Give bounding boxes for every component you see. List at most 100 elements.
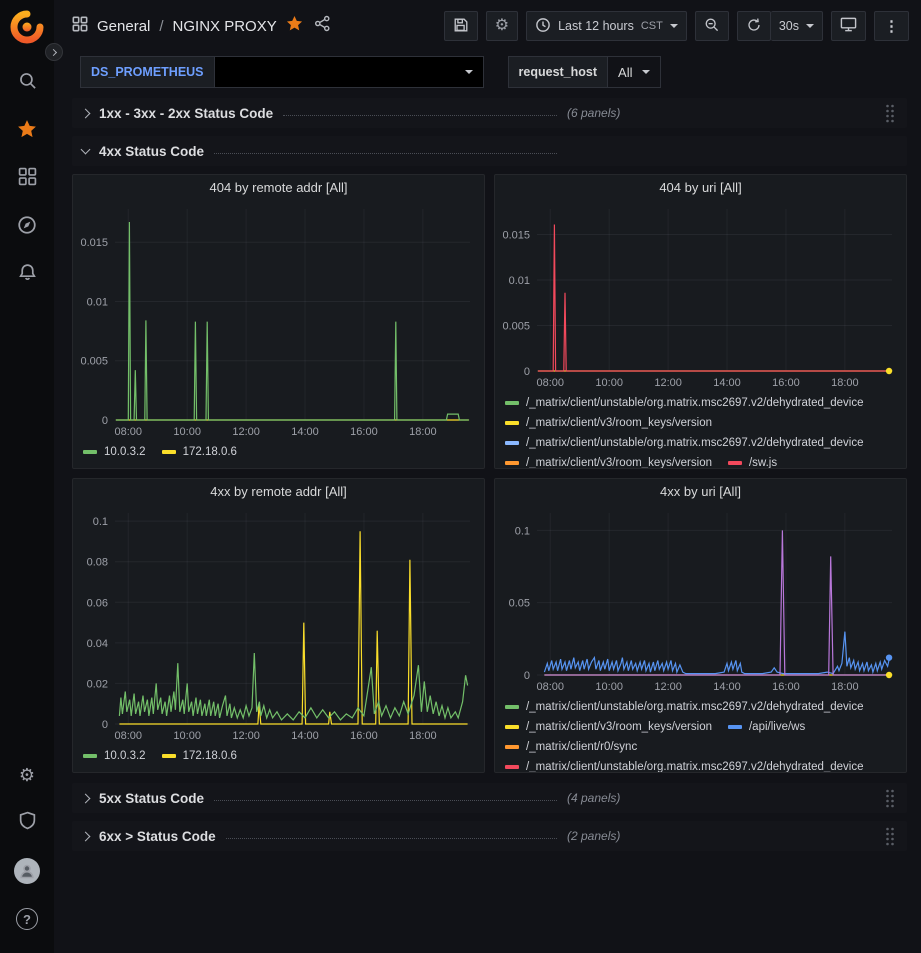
refresh-icon	[746, 17, 762, 36]
legend-item[interactable]: /_matrix/client/unstable/org.matrix.msc2…	[505, 433, 864, 453]
sidebar-item-dashboards[interactable]	[3, 155, 51, 203]
svg-text:18:00: 18:00	[831, 377, 859, 389]
time-series-chart[interactable]: 08:0010:0012:0014:0016:0018:0000.0050.01…	[495, 201, 906, 391]
sidebar-item-configuration[interactable]: ⚙	[3, 751, 51, 799]
sidebar-item-help[interactable]: ?	[3, 895, 51, 943]
svg-text:0.01: 0.01	[87, 296, 108, 308]
save-dashboard-button[interactable]	[444, 11, 478, 41]
panel-4xx-by-remote-addr: 4xx by remote addr [All] 08:0010:0012:00…	[72, 478, 485, 773]
share-icon[interactable]	[314, 15, 331, 37]
datasource-label[interactable]: DS_PROMETHEUS	[80, 56, 214, 88]
legend-item[interactable]: /_matrix/client/unstable/org.matrix.msc2…	[505, 697, 864, 717]
svg-text:0.04: 0.04	[87, 638, 108, 650]
sidebar-item-explore[interactable]	[3, 203, 51, 251]
request-host-select[interactable]: All	[607, 56, 661, 88]
time-series-chart[interactable]: 08:0010:0012:0014:0016:0018:0000.020.040…	[73, 505, 484, 744]
breadcrumb-section[interactable]: General	[97, 18, 150, 35]
dotted-leader	[226, 838, 557, 839]
time-series-chart[interactable]: 08:0010:0012:0014:0016:0018:0000.0050.01…	[73, 201, 484, 440]
legend-item[interactable]: 172.18.0.6	[162, 746, 237, 766]
legend-item[interactable]: /_matrix/client/v3/room_keys/version	[505, 453, 712, 469]
time-range-label: Last 12 hours	[558, 19, 634, 33]
row-6xx[interactable]: 6xx > Status Code (2 panels)	[72, 821, 907, 851]
svg-text:0.1: 0.1	[93, 516, 108, 528]
datasource-variable: DS_PROMETHEUS	[80, 56, 484, 88]
sidebar-expand-button[interactable]	[45, 43, 63, 61]
row-drag-handle[interactable]	[879, 784, 901, 812]
legend-item[interactable]: /_matrix/client/v3/room_keys/version	[505, 717, 712, 737]
row-1xx-3xx-2xx[interactable]: 1xx - 3xx - 2xx Status Code (6 panels)	[72, 98, 907, 128]
sidebar-item-profile[interactable]	[3, 847, 51, 895]
request-host-value: All	[618, 65, 632, 80]
legend-series-label: /_matrix/client/r0/sync	[526, 737, 637, 757]
row-title: 4xx Status Code	[99, 144, 204, 159]
legend-series-label: /_matrix/client/v3/room_keys/version	[526, 717, 712, 737]
more-options-button[interactable]: ⋮	[874, 11, 909, 41]
panel-title[interactable]: 404 by remote addr [All]	[73, 175, 484, 201]
legend-item[interactable]: /sw.js	[728, 453, 777, 469]
page-title[interactable]: NGINX PROXY	[173, 18, 277, 35]
time-series-chart[interactable]: 08:0010:0012:0014:0016:0018:0000.050.1	[495, 505, 906, 695]
legend-series-label: 10.0.3.2	[104, 442, 146, 462]
sidebar-bottom-group: ⚙ ?	[3, 751, 51, 943]
chevron-right-icon	[81, 108, 91, 118]
legend-item[interactable]: /_matrix/client/v3/room_keys/version	[505, 413, 712, 433]
legend-item[interactable]: 10.0.3.2	[83, 442, 146, 462]
row-4xx[interactable]: 4xx Status Code	[72, 136, 907, 166]
svg-text:10:00: 10:00	[595, 377, 623, 389]
grafana-logo[interactable]	[9, 9, 45, 45]
svg-text:0.005: 0.005	[502, 320, 530, 332]
panel-title[interactable]: 404 by uri [All]	[495, 175, 906, 201]
dashboards-grid-icon	[18, 167, 37, 191]
row-title: 1xx - 3xx - 2xx Status Code	[99, 106, 273, 121]
legend-series-color	[728, 725, 742, 729]
legend-item[interactable]: 172.18.0.6	[162, 442, 237, 462]
timezone-label: CST	[641, 20, 663, 32]
time-range-picker[interactable]: Last 12 hours CST	[526, 11, 687, 41]
row-panel-count: (4 panels)	[567, 791, 620, 805]
refresh-button[interactable]	[737, 11, 771, 41]
legend-series-color	[505, 461, 519, 465]
legend-item[interactable]: /_matrix/client/unstable/org.matrix.msc2…	[505, 757, 864, 773]
legend-item[interactable]: /_matrix/client/r0/sync	[505, 737, 637, 757]
svg-text:0.1: 0.1	[515, 525, 530, 537]
svg-text:0.01: 0.01	[509, 275, 530, 287]
legend-series-color	[505, 421, 519, 425]
panel-title[interactable]: 4xx by uri [All]	[495, 479, 906, 505]
panel-4xx-by-uri: 4xx by uri [All] 08:0010:0012:0014:0016:…	[494, 478, 907, 773]
sidebar-item-alerting[interactable]	[3, 251, 51, 299]
svg-text:10:00: 10:00	[173, 426, 201, 438]
sidebar-item-starred[interactable]	[3, 107, 51, 155]
tv-mode-button[interactable]	[831, 11, 866, 41]
row-drag-handle[interactable]	[879, 822, 901, 850]
svg-text:14:00: 14:00	[713, 377, 741, 389]
monitor-icon	[840, 16, 857, 36]
sidebar-item-search[interactable]	[3, 59, 51, 107]
row-drag-handle[interactable]	[879, 99, 901, 127]
row-5xx[interactable]: 5xx Status Code (4 panels)	[72, 783, 907, 813]
favorite-star-icon[interactable]	[286, 15, 303, 37]
svg-text:12:00: 12:00	[654, 681, 682, 693]
sidebar-item-server-admin[interactable]	[3, 799, 51, 847]
compass-icon	[17, 215, 37, 240]
refresh-interval-select[interactable]: 30s	[771, 11, 823, 41]
legend-item[interactable]: 10.0.3.2	[83, 746, 146, 766]
request-host-label[interactable]: request_host	[508, 56, 608, 88]
legend-item[interactable]: /api/live/ws	[728, 717, 805, 737]
panels-grid: 404 by remote addr [All] 08:0010:0012:00…	[72, 174, 907, 773]
legend-series-label: /_matrix/client/v3/room_keys/version	[526, 413, 712, 433]
legend-series-color	[505, 441, 519, 445]
sidebar: ⚙ ?	[0, 0, 54, 953]
chevron-down-icon	[670, 24, 678, 28]
dashboard-settings-button[interactable]: ⚙	[486, 11, 518, 41]
legend-series-color	[505, 745, 519, 749]
datasource-select[interactable]	[214, 56, 484, 88]
panel-title[interactable]: 4xx by remote addr [All]	[73, 479, 484, 505]
zoom-out-button[interactable]	[695, 11, 729, 41]
svg-text:10:00: 10:00	[173, 730, 201, 742]
dotted-leader	[283, 115, 557, 116]
svg-text:0: 0	[524, 366, 530, 378]
legend-item[interactable]: /_matrix/client/unstable/org.matrix.msc2…	[505, 393, 864, 413]
refresh-button-group: 30s	[737, 11, 823, 41]
svg-text:0.08: 0.08	[87, 557, 108, 569]
